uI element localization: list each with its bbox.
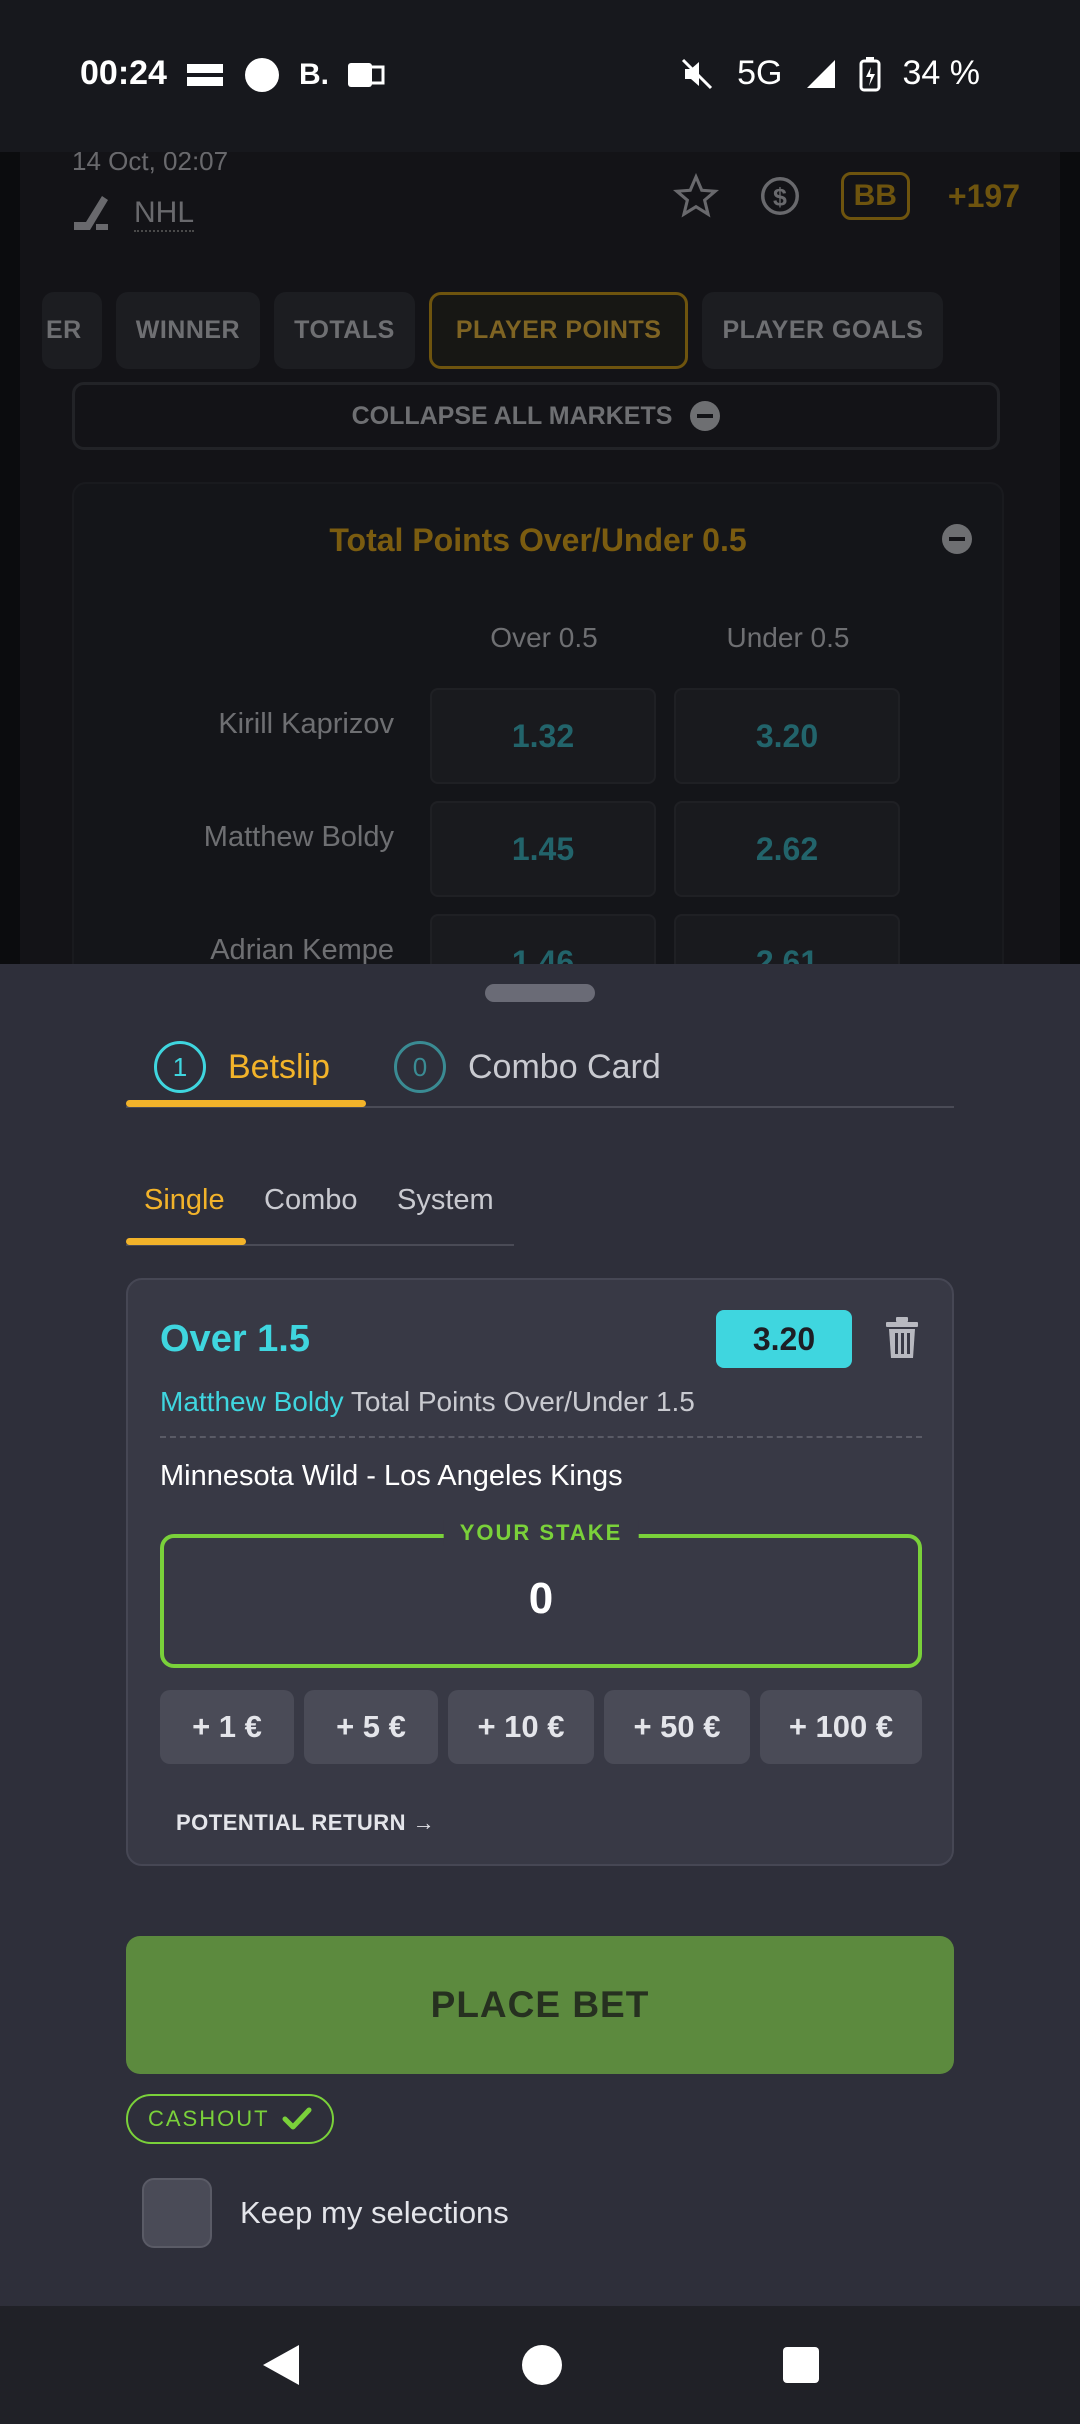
notification-icons: B. xyxy=(185,56,385,94)
cashout-badge: CASHOUT xyxy=(126,2094,334,2144)
column-under: Under 0.5 xyxy=(726,622,850,653)
collapse-all-markets-button[interactable]: COLLAPSE ALL MARKETS xyxy=(72,382,1000,450)
signal-icon xyxy=(806,59,835,88)
market-title: Total Points Over/Under 0.5 xyxy=(329,522,747,558)
divider xyxy=(160,1436,922,1438)
quick-stake-100-button[interactable]: + 100 € xyxy=(760,1690,922,1764)
event-league[interactable]: NHL xyxy=(72,194,195,234)
bet-builder-badge[interactable]: BB xyxy=(840,172,910,220)
event-actions: $ BB +197 xyxy=(672,172,1020,220)
cashout-coin-icon[interactable]: $ xyxy=(757,173,803,219)
selection-market: Matthew Boldy Total Points Over/Under 1.… xyxy=(160,1386,695,1418)
outlook-icon xyxy=(348,63,385,87)
cashout-label: CASHOUT xyxy=(148,2106,270,2131)
minus-circle-icon xyxy=(690,401,721,431)
combo-card-count-badge: 0 xyxy=(394,1041,446,1093)
system-nav-bar xyxy=(0,2306,1080,2424)
tab-combo[interactable]: Combo xyxy=(264,1184,358,1217)
mute-icon xyxy=(682,58,713,89)
market-tab-player-points[interactable]: PLAYER POINTS xyxy=(428,292,689,369)
battery-icon xyxy=(859,56,880,91)
hockey-icon xyxy=(74,196,108,230)
status-right: 5G 34 % xyxy=(679,54,980,93)
quick-stake-buttons: + 1 € + 5 € + 10 € + 50 € + 100 € xyxy=(160,1690,922,1764)
selection-event: Minnesota Wild - Los Angeles Kings xyxy=(160,1460,623,1492)
active-subtab-indicator xyxy=(126,1238,246,1245)
betslip-tabs: 1 Betslip 0 Combo Card xyxy=(126,1028,954,1108)
keep-selections-checkbox[interactable] xyxy=(142,2178,212,2248)
betslip-count-badge: 1 xyxy=(154,1041,206,1093)
betslip-sheet: 1 Betslip 0 Combo Card Single Combo Syst… xyxy=(0,964,1080,2306)
tab-system[interactable]: System xyxy=(397,1184,494,1217)
status-bar: 00:24 B. 5G 34 % xyxy=(0,0,1080,152)
market-tab-winner[interactable]: WINNER xyxy=(115,292,261,369)
status-time: 00:24 xyxy=(80,54,167,92)
booking-icon: B. xyxy=(299,58,329,91)
collapse-all-label: COLLAPSE ALL MARKETS xyxy=(351,401,673,430)
potential-return: POTENTIAL RETURN → xyxy=(176,1810,436,1835)
keep-selections-label: Keep my selections xyxy=(240,2195,509,2230)
event-page: 14 Oct, 02:07 NHL $ BB +197 ER WINNER TO… xyxy=(20,152,1060,964)
odds-button[interactable]: 1.45 xyxy=(430,801,656,897)
tab-betslip-label: Betslip xyxy=(228,1047,331,1086)
tab-combo-card[interactable]: 0 Combo Card xyxy=(394,1028,661,1106)
quick-stake-5-button[interactable]: + 5 € xyxy=(304,1690,438,1764)
column-over: Over 0.5 xyxy=(490,622,598,653)
market-tabs: ER WINNER TOTALS PLAYER POINTS PLAYER GO… xyxy=(42,292,944,369)
stake-value: 0 xyxy=(528,1574,554,1623)
selection-market-name: Total Points Over/Under 1.5 xyxy=(350,1386,695,1417)
market-tab-totals[interactable]: TOTALS xyxy=(274,292,415,369)
stake-label: YOUR STAKE xyxy=(443,1520,639,1546)
quick-stake-10-button[interactable]: + 10 € xyxy=(448,1690,594,1764)
quick-stake-1-button[interactable]: + 1 € xyxy=(160,1690,294,1764)
player-name: Matthew Boldy xyxy=(203,821,394,853)
odds-button[interactable]: 2.61 xyxy=(674,914,900,964)
player-name: Kirill Kaprizov xyxy=(218,708,394,740)
quick-stake-50-button[interactable]: + 50 € xyxy=(604,1690,750,1764)
odds-button[interactable]: 1.46 xyxy=(430,914,656,964)
network-type: 5G xyxy=(737,54,783,92)
market-tab-player-goals[interactable]: PLAYER GOALS xyxy=(702,292,944,369)
star-icon[interactable] xyxy=(672,173,719,219)
market-card: Total Points Over/Under 0.5 Over 0.5 Und… xyxy=(72,482,1004,964)
home-icon[interactable] xyxy=(520,2343,564,2387)
place-bet-button[interactable]: PLACE BET xyxy=(126,1936,954,2074)
sheet-drag-handle[interactable] xyxy=(485,984,595,1002)
stake-input[interactable]: YOUR STAKE 0 xyxy=(160,1520,922,1668)
bet-selection-card: Over 1.5 3.20 Matthew Boldy Total Points… xyxy=(126,1278,954,1866)
recents-icon[interactable] xyxy=(781,2345,821,2385)
temu-icon xyxy=(187,64,223,86)
selection-odds: 3.20 xyxy=(716,1310,852,1368)
back-icon[interactable] xyxy=(259,2341,303,2389)
keep-selections-row[interactable]: Keep my selections xyxy=(142,2178,509,2248)
player-name: Adrian Kempe xyxy=(210,934,394,964)
odds-button[interactable]: 3.20 xyxy=(674,688,900,784)
collapse-market-icon[interactable] xyxy=(942,524,972,554)
odds-button[interactable]: 1.32 xyxy=(430,688,656,784)
league-label: NHL xyxy=(134,196,195,232)
tab-single[interactable]: Single xyxy=(144,1184,225,1217)
odds-button[interactable]: 2.62 xyxy=(674,801,900,897)
more-markets-count[interactable]: +197 xyxy=(948,178,1020,215)
svg-text:$: $ xyxy=(773,184,787,212)
checkmark-icon xyxy=(282,2107,312,2130)
trash-icon[interactable] xyxy=(884,1316,920,1360)
tab-betslip[interactable]: 1 Betslip xyxy=(154,1028,330,1106)
tab-combo-card-label: Combo Card xyxy=(468,1047,661,1086)
selection-player: Matthew Boldy xyxy=(160,1386,344,1417)
market-tab-partial[interactable]: ER xyxy=(42,292,102,369)
active-tab-indicator xyxy=(126,1100,366,1107)
circle-icon xyxy=(245,58,279,92)
selection-title: Over 1.5 xyxy=(160,1318,310,1360)
bet-type-tabs: Single Combo System xyxy=(126,1174,514,1246)
battery-level: 34 % xyxy=(902,54,981,92)
event-date: 14 Oct, 02:07 xyxy=(72,152,229,176)
